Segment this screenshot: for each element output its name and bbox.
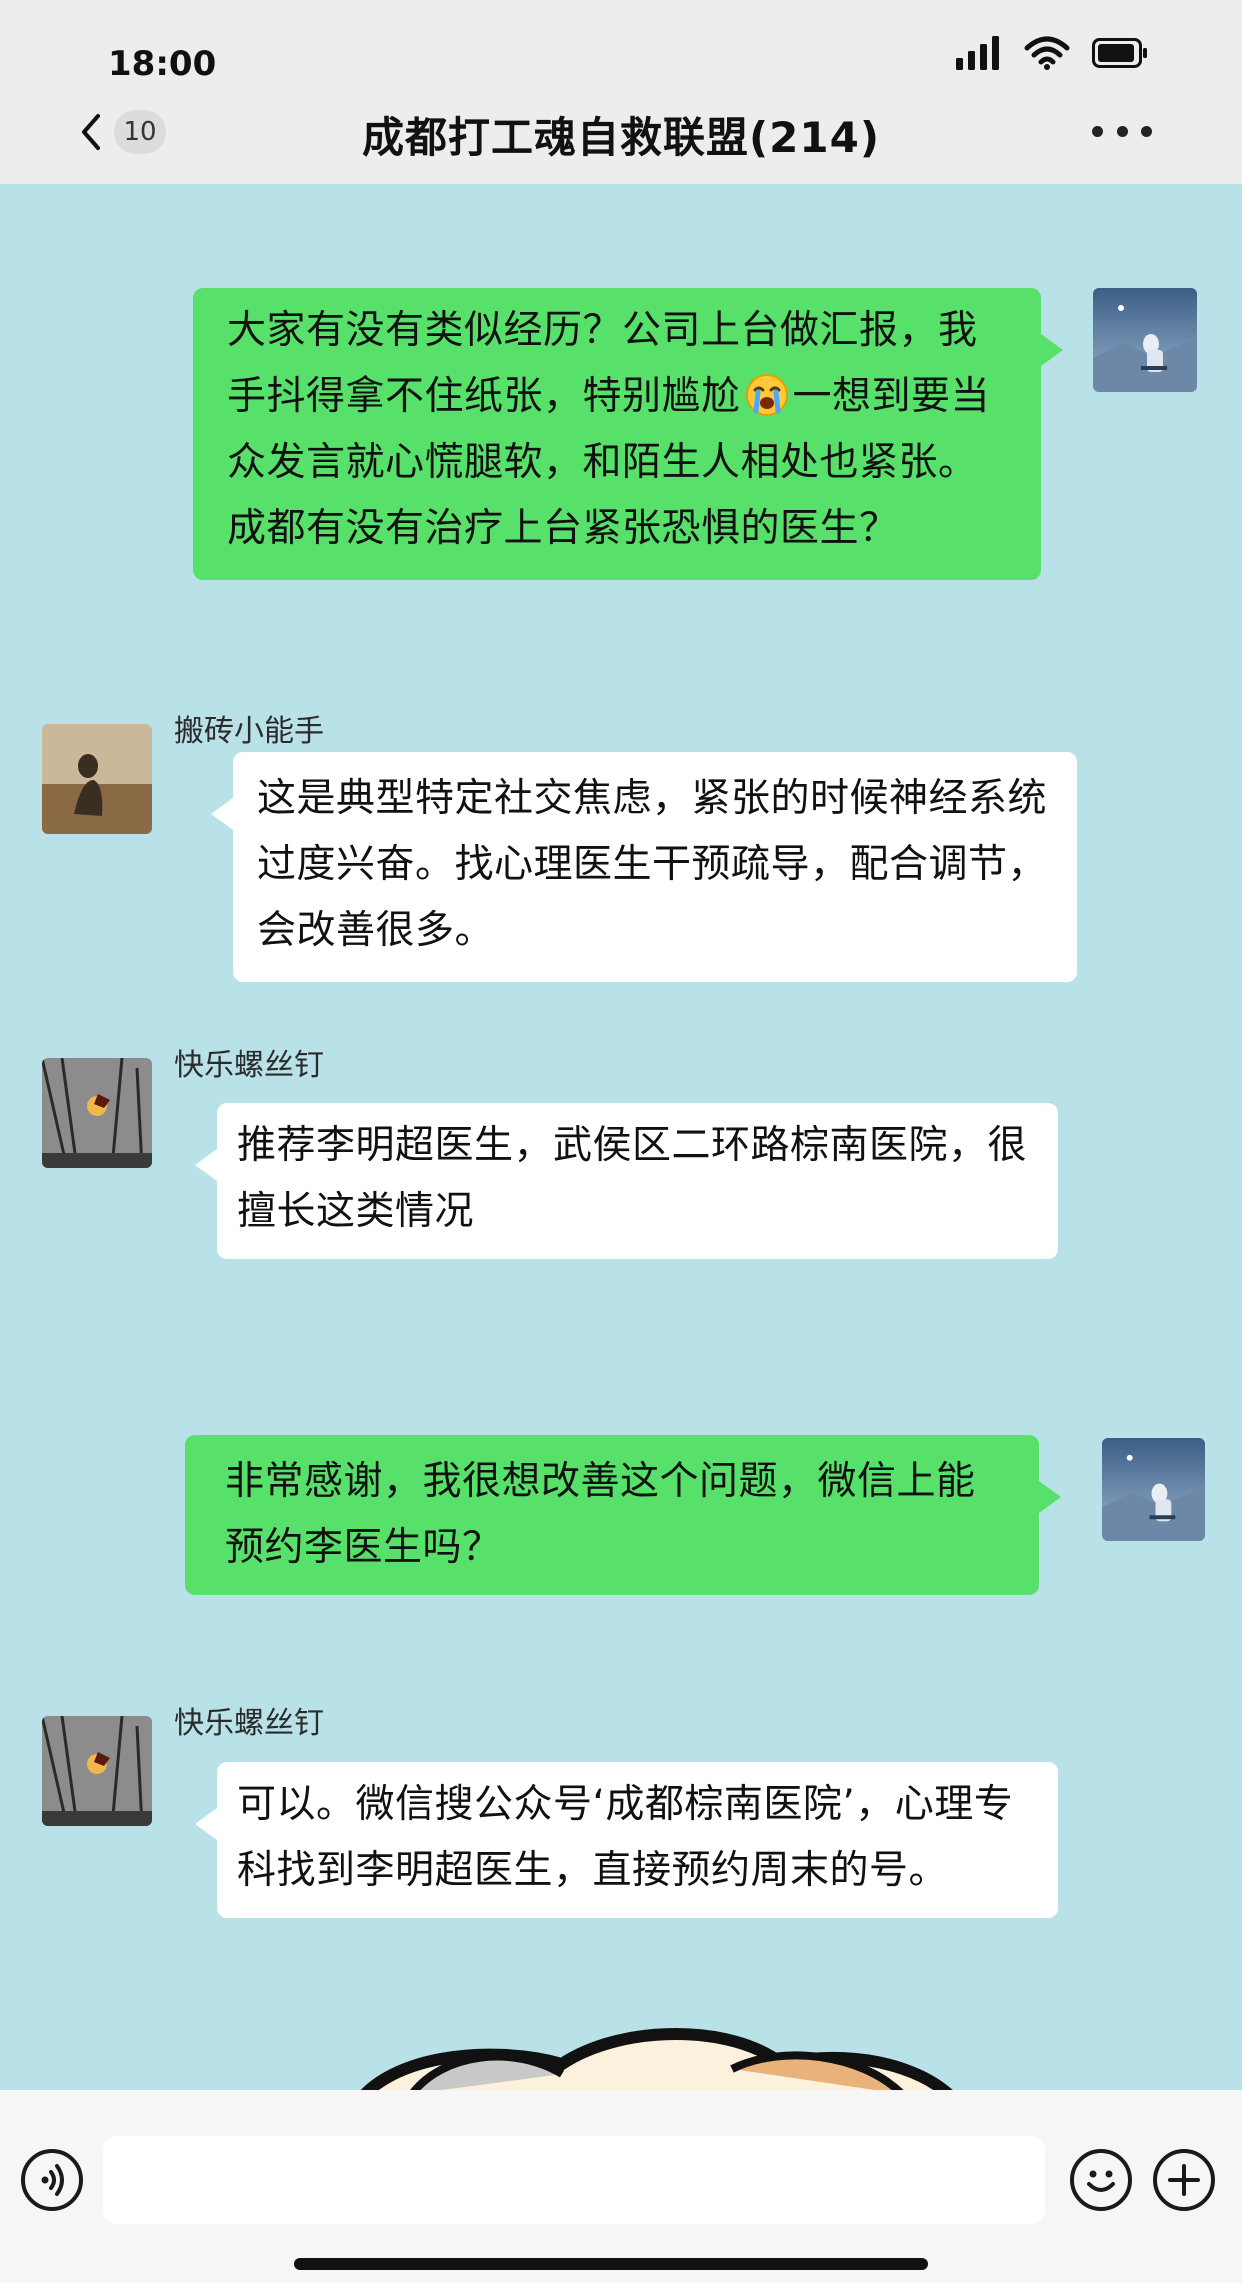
status-time: 18:00 [108, 44, 217, 84]
voice-button[interactable] [21, 2149, 83, 2211]
loudly-crying-face-icon [745, 374, 788, 416]
chat-message-list[interactable]: 大家有没有类似经历？公司上台做汇报，我手抖得拿不住纸张，特别尴尬 一想到要当众发… [0, 184, 1242, 2090]
message-text: 可以。微信搜公众号‘成都棕南医院’，心理专科找到李明超医生，直接预约周末的号。 [237, 1782, 1014, 1893]
avatar-image [42, 1716, 152, 1826]
sender-avatar[interactable] [42, 1058, 152, 1168]
message-input[interactable] [103, 2136, 1045, 2224]
sender-name: 快乐螺丝钉 [174, 1706, 324, 1741]
unread-count-badge[interactable]: 10 [114, 110, 166, 154]
message-text: 这是典型特定社交焦虑，紧张的时候神经系统过度兴奋。找心理医生干预疏导，配合调节，… [257, 776, 1048, 953]
status-icons [956, 36, 1148, 70]
cellular-signal-icon [956, 36, 999, 70]
top-bar: 18:00 10 成都打工魂自救联盟(214) [0, 0, 1242, 184]
emoji-button[interactable] [1070, 2149, 1132, 2211]
wallpaper-cartoon [360, 2028, 953, 2090]
avatar-image [1102, 1438, 1205, 1541]
back-button[interactable] [72, 108, 112, 156]
message-text: 推荐李明超医生，武侯区二环路棕南医院，很擅长这类情况 [237, 1123, 1028, 1234]
message-bubble-other-3[interactable]: 可以。微信搜公众号‘成都棕南医院’，心理专科找到李明超医生，直接预约周末的号。 [195, 1762, 1058, 1918]
home-indicator [294, 2258, 928, 2270]
voice-icon [41, 2164, 64, 2196]
message-bubble-self-2[interactable]: 非常感谢，我很想改善这个问题，微信上能预约李医生吗？ [185, 1435, 1061, 1595]
message-text: 非常感谢，我很想改善这个问题，微信上能预约李医生吗？ [225, 1459, 976, 1570]
chevron-left-icon [82, 114, 100, 150]
avatar-image [42, 724, 152, 834]
avatar-image [42, 1058, 152, 1168]
message-bubble-other-1[interactable]: 这是典型特定社交焦虑，紧张的时候神经系统过度兴奋。找心理医生干预疏导，配合调节，… [211, 752, 1077, 982]
input-bar [0, 2090, 1242, 2283]
smile-icon [1087, 2170, 1115, 2192]
self-avatar[interactable] [1093, 288, 1197, 392]
sender-avatar[interactable] [42, 724, 152, 834]
wifi-icon [1024, 36, 1070, 70]
more-options-button[interactable] [1092, 116, 1152, 146]
self-avatar[interactable] [1102, 1438, 1205, 1541]
message-bubble-other-2[interactable]: 推荐李明超医生，武侯区二环路棕南医院，很擅长这类情况 [195, 1103, 1058, 1259]
chat-title: 成都打工魂自救联盟(214) [361, 113, 881, 162]
sender-name: 搬砖小能手 [174, 714, 324, 749]
more-dots-icon [1092, 125, 1103, 137]
sender-avatar[interactable] [42, 1716, 152, 1826]
battery-icon [1092, 38, 1147, 68]
more-actions-button[interactable] [1153, 2149, 1215, 2211]
message-bubble-self-1[interactable]: 大家有没有类似经历？公司上台做汇报，我手抖得拿不住纸张，特别尴尬 一想到要当众发… [193, 288, 1063, 580]
sender-name: 快乐螺丝钉 [174, 1048, 324, 1083]
avatar-image [1093, 288, 1197, 392]
plus-icon [1168, 2164, 1200, 2196]
